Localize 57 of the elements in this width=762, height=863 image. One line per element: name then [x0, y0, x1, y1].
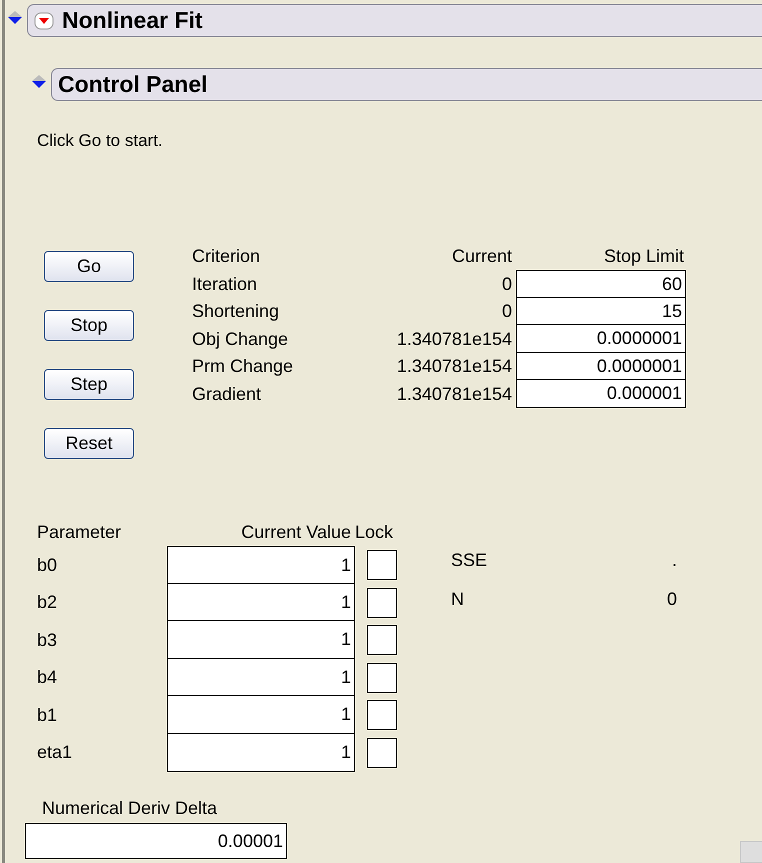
lock-checkbox[interactable]: [367, 550, 397, 580]
parameter-value-field[interactable]: 1: [167, 620, 355, 659]
lock-checkbox[interactable]: [367, 738, 397, 768]
action-button[interactable]: Step: [44, 369, 134, 400]
action-button[interactable]: Go: [44, 251, 134, 282]
action-button[interactable]: Stop: [44, 310, 134, 341]
parameter-name: b4: [37, 667, 58, 688]
parameter-value-field[interactable]: 1: [167, 658, 355, 696]
disclosure-icon[interactable]: [31, 74, 47, 90]
parameter-value-field[interactable]: 1: [167, 582, 355, 622]
resize-handle[interactable]: [740, 841, 762, 863]
column-header: Lock: [355, 522, 394, 544]
stat-value: .: [670, 550, 678, 571]
deriv-delta-field[interactable]: 0.00001: [25, 823, 287, 859]
current-value: 0: [500, 301, 513, 322]
stop-limit-field[interactable]: 0.000001: [516, 379, 686, 408]
current-value: 1.340781e154: [396, 384, 513, 405]
outline-title: Nonlinear Fit: [62, 7, 203, 34]
stop-limit-field[interactable]: 0.0000001: [516, 324, 686, 353]
column-header: Current Value: [240, 522, 352, 544]
current-value: 1.340781e154: [396, 328, 513, 350]
column-header: Criterion: [192, 246, 262, 268]
lock-checkbox[interactable]: [367, 662, 397, 693]
criterion-label: Shortening: [192, 301, 280, 322]
current-value: 1.340781e154: [396, 356, 513, 378]
stat-label: SSE: [451, 550, 488, 571]
parameter-value-field[interactable]: 1: [167, 732, 355, 772]
parameter-name: eta1: [37, 742, 74, 764]
parameter-name: b3: [37, 630, 58, 651]
action-button[interactable]: Reset: [44, 428, 134, 459]
criterion-label: Obj Change: [192, 328, 290, 350]
parameter-value-field[interactable]: 1: [167, 546, 355, 585]
criterion-label: Prm Change: [192, 356, 294, 378]
status-message: Click Go to start.: [37, 131, 163, 151]
panel-title: Control Panel: [58, 71, 208, 98]
criterion-label: Gradient: [192, 384, 262, 405]
panel-header[interactable]: Control Panel: [51, 68, 762, 101]
criterion-label: Iteration: [192, 274, 258, 295]
parameter-value-field[interactable]: 1: [167, 695, 355, 734]
field-label: Numerical Deriv Delta: [42, 798, 218, 818]
disclosure-icon[interactable]: [7, 10, 23, 26]
parameter-name: b2: [37, 592, 58, 614]
current-value: 0: [500, 274, 513, 295]
column-header: Stop Limit: [602, 246, 685, 268]
column-header: Parameter: [37, 522, 122, 544]
lock-checkbox[interactable]: [367, 700, 397, 730]
stat-value: 0: [666, 589, 678, 610]
column-header: Current: [450, 246, 513, 268]
stop-limit-field[interactable]: 60: [516, 270, 686, 298]
stop-limit-field[interactable]: 0.0000001: [516, 352, 686, 380]
outline-header[interactable]: Nonlinear Fit: [27, 4, 762, 37]
lock-checkbox[interactable]: [367, 588, 397, 618]
stat-label: N: [451, 589, 465, 610]
stop-limit-field[interactable]: 15: [516, 296, 686, 326]
lock-checkbox[interactable]: [367, 625, 397, 656]
parameter-name: b1: [37, 704, 58, 726]
parameter-name: b0: [37, 554, 58, 576]
